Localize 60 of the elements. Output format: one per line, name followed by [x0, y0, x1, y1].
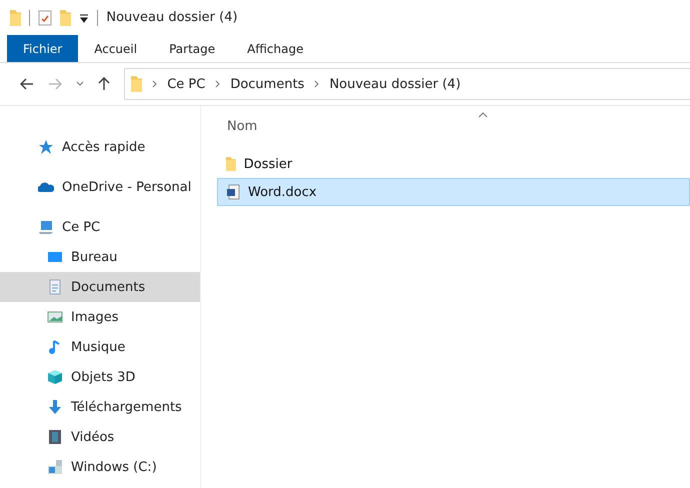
breadcrumb-item[interactable]: Ce PC [167, 76, 206, 92]
chevron-right-icon [152, 80, 158, 88]
forward-arrow-icon [48, 78, 62, 90]
sidebar-label: Téléchargements [71, 400, 182, 414]
sidebar-item[interactable]: Téléchargements [0, 392, 200, 422]
sidebar-label: Objets 3D [71, 370, 136, 384]
sidebar-label: Windows (C:) [71, 460, 157, 474]
chevron-right-icon [314, 80, 320, 88]
sidebar-item[interactable]: Objets 3D [0, 362, 200, 392]
star-icon [38, 139, 54, 155]
sidebar-item[interactable]: Musique [0, 332, 200, 362]
folder-icon [60, 10, 72, 26]
ribbon-tab[interactable]: Partage [153, 35, 232, 62]
sidebar-label: Images [71, 310, 118, 324]
file-row[interactable]: Word.docx [217, 178, 690, 206]
sidebar-item[interactable]: Bureau [0, 242, 200, 272]
sidebar-label: Documents [71, 280, 146, 294]
sidebar-label: Accès rapide [62, 140, 146, 154]
dropdown-icon[interactable] [79, 12, 90, 22]
sidebar-item[interactable]: Windows (C:) [0, 452, 200, 482]
sidebar-label: Musique [71, 340, 126, 354]
file-name: Dossier [244, 156, 292, 172]
download-arrow-icon [47, 399, 63, 415]
sidebar-label: Vidéos [71, 430, 114, 444]
word-document-icon [226, 184, 240, 200]
column-header[interactable]: Nom [217, 112, 690, 140]
breadcrumb-item[interactable]: Nouveau dossier (4) [329, 76, 461, 92]
film-icon [47, 429, 63, 445]
chevron-right-icon [215, 80, 220, 88]
properties-icon[interactable] [38, 10, 52, 26]
drive-icon [47, 459, 63, 475]
computer-icon [38, 219, 54, 235]
ribbon-tab[interactable]: Affichage [231, 35, 320, 62]
sidebar-label: OneDrive - Personal [62, 180, 192, 194]
up-arrow-icon[interactable] [98, 77, 110, 91]
file-row[interactable]: Dossier [217, 150, 690, 178]
sidebar-item[interactable]: Images [0, 302, 200, 332]
sort-caret-icon [478, 112, 488, 118]
window-title: Nouveau dossier (4) [106, 10, 238, 25]
folder-icon [226, 157, 236, 171]
chevron-down-icon[interactable] [76, 81, 84, 87]
sidebar-label: Bureau [71, 250, 118, 264]
folder-icon [131, 76, 142, 92]
cube-icon [47, 369, 63, 385]
desktop-icon [47, 249, 63, 265]
address-bar[interactable]: Ce PC Documents Nouveau dossier (4) [124, 68, 690, 100]
back-arrow-icon[interactable] [20, 78, 34, 90]
folder-icon [10, 10, 22, 26]
sidebar-item[interactable]: Vidéos [0, 422, 200, 452]
file-name: Word.docx [248, 184, 317, 200]
sidebar-item[interactable]: Documents [0, 272, 200, 302]
image-icon [47, 309, 63, 325]
sidebar-item[interactable]: Accès rapide [0, 132, 200, 162]
document-icon [47, 279, 63, 295]
sidebar-item[interactable]: Ce PC [0, 212, 200, 242]
ribbon-tab[interactable]: Accueil [78, 35, 154, 62]
sidebar-item[interactable]: OneDrive - Personal [0, 172, 200, 202]
sidebar-label: Ce PC [62, 220, 100, 234]
ribbon-tab[interactable]: Fichier [7, 35, 78, 62]
breadcrumb-item[interactable]: Documents [230, 76, 304, 92]
